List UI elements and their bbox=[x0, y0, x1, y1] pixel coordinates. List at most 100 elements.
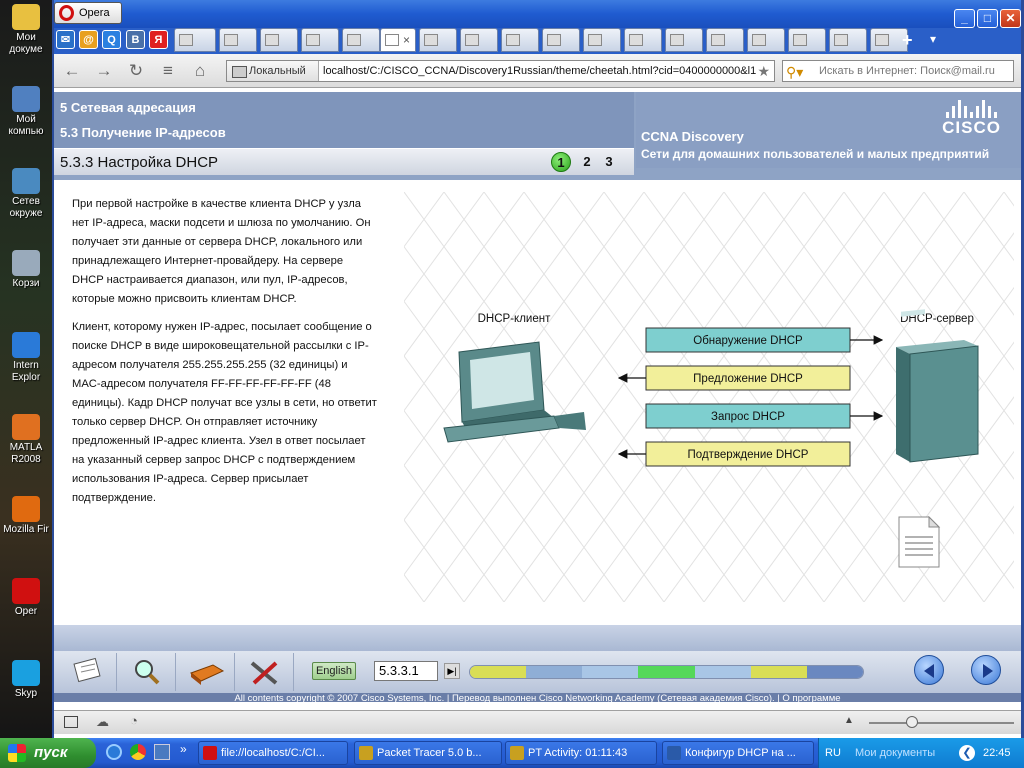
tab[interactable] bbox=[788, 28, 826, 52]
taskbar-window-button[interactable]: PT Activity: 01:11:43 bbox=[505, 741, 657, 765]
breadcrumb-chapter[interactable]: 5 Сетевая адресация bbox=[60, 100, 196, 115]
zoom-slider[interactable] bbox=[869, 722, 1014, 724]
previous-page-button[interactable] bbox=[914, 655, 944, 685]
new-tab-button[interactable]: + bbox=[902, 30, 913, 51]
mail-icon[interactable]: ✉ bbox=[56, 30, 75, 49]
status-bar: ☁ ◔ ▲ bbox=[54, 710, 1021, 734]
desktop-icon[interactable]: Intern Explor bbox=[0, 332, 52, 384]
language-button[interactable]: English bbox=[312, 662, 356, 680]
tab[interactable] bbox=[542, 28, 580, 52]
tray-expand-icon[interactable]: ❮ bbox=[959, 745, 975, 761]
language-indicator[interactable]: RU bbox=[825, 738, 841, 768]
maximize-button[interactable]: □ bbox=[977, 9, 998, 28]
tab[interactable] bbox=[829, 28, 867, 52]
desktop-icon-label: Корзи bbox=[12, 278, 40, 289]
search-speed-icon[interactable]: Q bbox=[102, 30, 121, 49]
tab-menu-button[interactable]: ▾ bbox=[930, 32, 936, 46]
search-course-button[interactable] bbox=[118, 653, 176, 691]
tab[interactable] bbox=[301, 28, 339, 52]
course-toolbar: English 5.3.3.1 ▶| bbox=[54, 651, 1021, 693]
page-2-button[interactable]: 2 bbox=[577, 152, 597, 172]
desktop-icon[interactable]: Skyp bbox=[0, 660, 52, 700]
title-strip: 5.3.3 Настройка DHCP 1 2 3 bbox=[54, 148, 634, 176]
quicklaunch-more-icon[interactable]: » bbox=[180, 742, 187, 756]
location-badge[interactable]: Локальный bbox=[227, 61, 319, 81]
desktop-icon[interactable]: Корзи bbox=[0, 250, 52, 290]
close-button[interactable]: ✕ bbox=[1000, 9, 1021, 28]
page-code-input[interactable]: 5.3.3.1 bbox=[374, 661, 438, 681]
client-label: DHCP-клиент bbox=[478, 313, 551, 325]
page-1-button[interactable]: 1 bbox=[551, 152, 571, 172]
desktop-icon-label: Skyp bbox=[14, 688, 38, 699]
tab[interactable] bbox=[460, 28, 498, 52]
tab[interactable] bbox=[747, 28, 785, 52]
tab[interactable] bbox=[174, 28, 216, 52]
tab[interactable] bbox=[501, 28, 539, 52]
desktop-icon[interactable]: Сетев окруже bbox=[0, 168, 52, 220]
breadcrumb-section[interactable]: 5.3 Получение IP-адресов bbox=[60, 125, 226, 140]
tab[interactable] bbox=[419, 28, 457, 52]
next-page-button[interactable] bbox=[971, 655, 1001, 685]
desktop-icon[interactable]: Мои докуме bbox=[0, 4, 52, 56]
desktop-icon[interactable]: Мой компью bbox=[0, 86, 52, 138]
home-icon[interactable]: ⌂ bbox=[190, 61, 210, 81]
forward-icon[interactable]: → bbox=[94, 61, 114, 81]
title-bar[interactable]: Opera _ □ ✕ bbox=[54, 0, 1021, 28]
dhcp-message-2[interactable]: Предложение DHCP bbox=[617, 365, 851, 391]
dhcp-message-4[interactable]: Подтверждение DHCP bbox=[617, 441, 851, 467]
back-icon[interactable]: ← bbox=[62, 61, 82, 81]
url-text: localhost/C:/CISCO_CCNA/Discovery1Russia… bbox=[323, 65, 757, 77]
reload-icon[interactable]: ↻ bbox=[126, 61, 146, 81]
zoom-slider-handle[interactable] bbox=[906, 716, 918, 728]
desktop-icon[interactable]: Oper bbox=[0, 578, 52, 618]
vk-icon[interactable]: В bbox=[126, 30, 145, 49]
dhcp-message-3[interactable]: Запрос DHCP bbox=[645, 403, 884, 429]
tab[interactable] bbox=[624, 28, 662, 52]
speed-dial-icon[interactable]: ◔ bbox=[130, 713, 138, 728]
tab[interactable] bbox=[706, 28, 744, 52]
course-progress-bar[interactable] bbox=[469, 665, 864, 679]
taskbar-button-label: PT Activity: 01:11:43 bbox=[528, 747, 628, 759]
at-icon[interactable]: @ bbox=[79, 30, 98, 49]
search-icon[interactable]: ⚲▾ bbox=[786, 62, 803, 81]
tab[interactable] bbox=[342, 28, 380, 52]
go-to-page-button[interactable]: ▶| bbox=[444, 663, 460, 679]
taskbar-window-button[interactable]: file://localhost/C:/CI... bbox=[198, 741, 348, 765]
panel-toggle-icon[interactable] bbox=[64, 716, 78, 728]
taskbar-window-button[interactable]: Packet Tracer 5.0 b... bbox=[354, 741, 502, 765]
about-link[interactable]: О программе bbox=[782, 693, 840, 702]
tab[interactable] bbox=[219, 28, 257, 52]
cloud-icon[interactable]: ☁ bbox=[96, 714, 109, 730]
chrome-quicklaunch-icon[interactable] bbox=[130, 744, 146, 760]
tab-active[interactable]: × bbox=[380, 28, 416, 52]
page-3-button[interactable]: 3 bbox=[599, 152, 619, 172]
bookmark-star-icon[interactable]: ★ bbox=[757, 61, 770, 81]
glossary-book-button[interactable] bbox=[177, 653, 235, 691]
taskbar-window-button[interactable]: Конфигур DHCP на ... bbox=[662, 741, 814, 765]
tab[interactable] bbox=[260, 28, 298, 52]
course-header: 5 Сетевая адресация 5.3 Получение IP-адр… bbox=[54, 92, 1021, 180]
notes-button[interactable] bbox=[59, 653, 117, 691]
desktop-quicklaunch-icon[interactable] bbox=[154, 744, 170, 760]
tab[interactable] bbox=[665, 28, 703, 52]
zoom-menu-icon[interactable]: ▲ bbox=[844, 715, 854, 726]
search-input[interactable]: ⚲▾ Искать в Интернет: Поиск@mail.ru bbox=[782, 60, 1014, 82]
address-bar[interactable]: Локальный localhost/C:/CISCO_CCNA/Discove… bbox=[226, 60, 775, 82]
desktop-icon[interactable]: MATLA R2008 bbox=[0, 414, 52, 466]
my-documents-toolbar[interactable]: Мои документы bbox=[855, 738, 935, 768]
start-button[interactable]: пуск bbox=[0, 738, 96, 768]
document-icon[interactable] bbox=[898, 515, 941, 568]
close-tab-icon[interactable]: × bbox=[403, 33, 410, 47]
tab[interactable] bbox=[583, 28, 621, 52]
opera-menu-button[interactable]: Opera bbox=[54, 2, 122, 24]
yandex-icon[interactable]: Я bbox=[149, 30, 168, 49]
course-subtitle: Сети для домашних пользователей и малых … bbox=[641, 147, 990, 161]
tools-button[interactable] bbox=[236, 653, 294, 691]
fast-forward-icon[interactable]: ≡ bbox=[158, 61, 178, 81]
dhcp-message-1[interactable]: Обнаружение DHCP bbox=[645, 327, 884, 353]
desktop-icon[interactable]: Mozilla Fir bbox=[0, 496, 52, 536]
minimize-button[interactable]: _ bbox=[954, 9, 975, 28]
dhcp-diagram: DHCP-клиент DHCP-сервер Обнаружение DHCP… bbox=[404, 192, 1014, 602]
taskbar-button-label: Конфигур DHCP на ... bbox=[685, 747, 796, 759]
ie-quicklaunch-icon[interactable] bbox=[106, 744, 122, 760]
